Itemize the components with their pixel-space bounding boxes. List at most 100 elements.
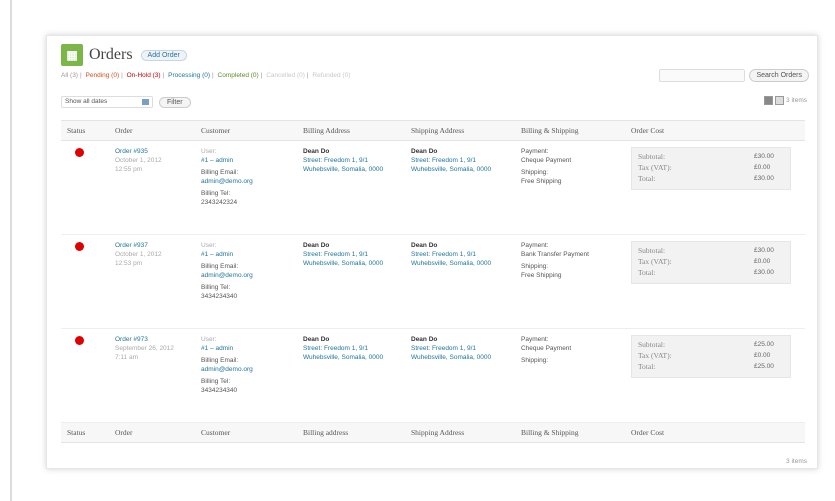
billing-line1[interactable]: Street: Freedom 1, 9/1 — [303, 250, 399, 259]
date-filter-value: Show all dates — [65, 98, 108, 105]
filter-onhold[interactable]: On-Hold (3) — [127, 72, 161, 79]
total-label: Total: — [638, 174, 656, 183]
add-order-button[interactable]: Add Order — [140, 49, 187, 61]
shipping-name: Dean Do — [411, 242, 438, 249]
shipping-line1[interactable]: Street: Freedom 1, 9/1 — [411, 250, 509, 259]
foot-col-billing-shipping[interactable]: Billing & Shipping — [515, 422, 625, 443]
order-cost-box: Subtotal: £30.00 Tax (VAT): £0.00 Total: £3… — [631, 147, 791, 190]
col-status[interactable]: Status — [61, 120, 109, 141]
payment-method: Cheque Payment — [521, 345, 572, 352]
table-row: Order #973 September 26, 2012 7:11 am Us… — [61, 328, 805, 423]
email-label: Billing Email: — [201, 263, 239, 270]
orders-table: Status Order Customer Billing Address Sh… — [61, 120, 805, 443]
shipping-line1[interactable]: Street: Freedom 1, 9/1 — [411, 156, 509, 165]
order-date: October 1, 2012 — [115, 251, 162, 258]
email-link[interactable]: admin@demo.org — [201, 365, 291, 374]
filter-cancelled[interactable]: Cancelled (0) — [266, 72, 305, 79]
col-billing-address[interactable]: Billing Address — [297, 120, 405, 141]
search-box: Search Orders — [659, 69, 809, 82]
shipping-line2[interactable]: Wuhebsville, Somalia, 0000 — [411, 353, 509, 362]
email-label: Billing Email: — [201, 169, 239, 176]
order-date: September 26, 2012 — [115, 345, 174, 352]
email-link[interactable]: admin@demo.org — [201, 271, 291, 280]
customer-label: User: — [201, 336, 217, 343]
filter-pending[interactable]: Pending (0) — [86, 72, 120, 79]
page-header: ▦ Orders Add Order — [61, 44, 187, 66]
foot-col-customer[interactable]: Customer — [195, 422, 297, 443]
billing-line2[interactable]: Wuhebsville, Somalia, 0000 — [303, 165, 399, 174]
order-date: October 1, 2012 — [115, 157, 162, 164]
shipping-line1[interactable]: Street: Freedom 1, 9/1 — [411, 344, 509, 353]
subtotal-value: £30.00 — [754, 247, 774, 254]
shipping-name: Dean Do — [411, 336, 438, 343]
orders-logo-icon: ▦ — [61, 44, 83, 66]
billing-line2[interactable]: Wuhebsville, Somalia, 0000 — [303, 353, 399, 362]
payment-label: Payment: — [521, 336, 549, 343]
foot-col-status[interactable]: Status — [61, 422, 109, 443]
email-label: Billing Email: — [201, 357, 239, 364]
footer-items-count: 3 items — [786, 458, 807, 465]
payment-label: Payment: — [521, 242, 549, 249]
filter-completed[interactable]: Completed (0) — [218, 72, 259, 79]
customer-link[interactable]: #1 – admin — [201, 344, 291, 353]
orders-panel: ▦ Orders Add Order All (3) | Pending (0) |… — [46, 35, 818, 469]
payment-label: Payment: — [521, 148, 549, 155]
table-header-row: Status Order Customer Billing Address Sh… — [61, 120, 805, 141]
status-filters: All (3) | Pending (0) | On-Hold (3) | Proce… — [61, 72, 351, 79]
payment-method: Bank Transfer Payment — [521, 251, 589, 258]
billing-line1[interactable]: Street: Freedom 1, 9/1 — [303, 156, 399, 165]
email-link[interactable]: admin@demo.org — [201, 177, 291, 186]
status-dot-icon — [75, 148, 84, 157]
table-row: Order #937 October 1, 2012 12:53 pm User… — [61, 234, 805, 329]
filter-refunded[interactable]: Refunded (0) — [312, 72, 350, 79]
col-customer[interactable]: Customer — [195, 120, 297, 141]
foot-col-billing-address[interactable]: Billing address — [297, 422, 405, 443]
shipping-line2[interactable]: Wuhebsville, Somalia, 0000 — [411, 165, 509, 174]
foot-col-order-cost[interactable]: Order Cost — [625, 422, 805, 443]
filter-processing[interactable]: Processing (0) — [168, 72, 210, 79]
billing-name: Dean Do — [303, 336, 330, 343]
order-link[interactable]: Order #973 — [115, 335, 189, 344]
search-orders-button[interactable]: Search Orders — [749, 69, 809, 82]
page-title: Orders — [89, 46, 133, 63]
col-billing-shipping[interactable]: Billing & Shipping — [515, 120, 625, 141]
subtotal-label: Subtotal: — [638, 152, 666, 161]
tax-value: £0.00 — [754, 164, 771, 171]
total-label: Total: — [638, 362, 656, 371]
customer-link[interactable]: #1 – admin — [201, 156, 291, 165]
status-dot-icon — [75, 336, 84, 345]
billing-line2[interactable]: Wuhebsville, Somalia, 0000 — [303, 259, 399, 268]
order-link[interactable]: Order #937 — [115, 241, 189, 250]
tel-value: 2343242324 — [201, 199, 238, 206]
foot-col-shipping-address[interactable]: Shipping Address — [405, 422, 515, 443]
status-dot-icon — [75, 242, 84, 251]
billing-name: Dean Do — [303, 242, 330, 249]
billing-line1[interactable]: Street: Freedom 1, 9/1 — [303, 344, 399, 353]
date-filter-select[interactable]: Show all dates — [61, 96, 153, 108]
total-value: £25.00 — [754, 363, 774, 370]
search-input[interactable] — [659, 69, 746, 82]
table-row: Order #935 October 1, 2012 12:55 pm User… — [61, 140, 805, 235]
total-value: £30.00 — [754, 175, 774, 182]
filter-all[interactable]: All (3) — [61, 72, 78, 79]
payment-method: Cheque Payment — [521, 157, 572, 164]
shipping-method: Free Shipping — [521, 178, 562, 185]
customer-link[interactable]: #1 – admin — [201, 250, 291, 259]
shipping-label: Shipping: — [521, 263, 549, 270]
shipping-line2[interactable]: Wuhebsville, Somalia, 0000 — [411, 259, 509, 268]
foot-col-order[interactable]: Order — [109, 422, 195, 443]
filter-button[interactable]: Filter — [159, 96, 191, 108]
shipping-method: Free Shipping — [521, 272, 562, 279]
table-toolbar: Show all dates Filter — [61, 96, 191, 108]
col-order[interactable]: Order — [109, 120, 195, 141]
excerpt-view-icon[interactable] — [775, 96, 785, 105]
tel-label: Billing Tel: — [201, 190, 231, 197]
billing-name: Dean Do — [303, 148, 330, 155]
shipping-label: Shipping: — [521, 357, 549, 364]
total-value: £30.00 — [754, 269, 774, 276]
col-shipping-address[interactable]: Shipping Address — [405, 120, 515, 141]
list-view-icon[interactable] — [764, 96, 774, 105]
order-link[interactable]: Order #935 — [115, 147, 189, 156]
col-order-cost[interactable]: Order Cost — [625, 120, 805, 141]
page-frame: ▦ Orders Add Order All (3) | Pending (0) |… — [10, 0, 835, 501]
